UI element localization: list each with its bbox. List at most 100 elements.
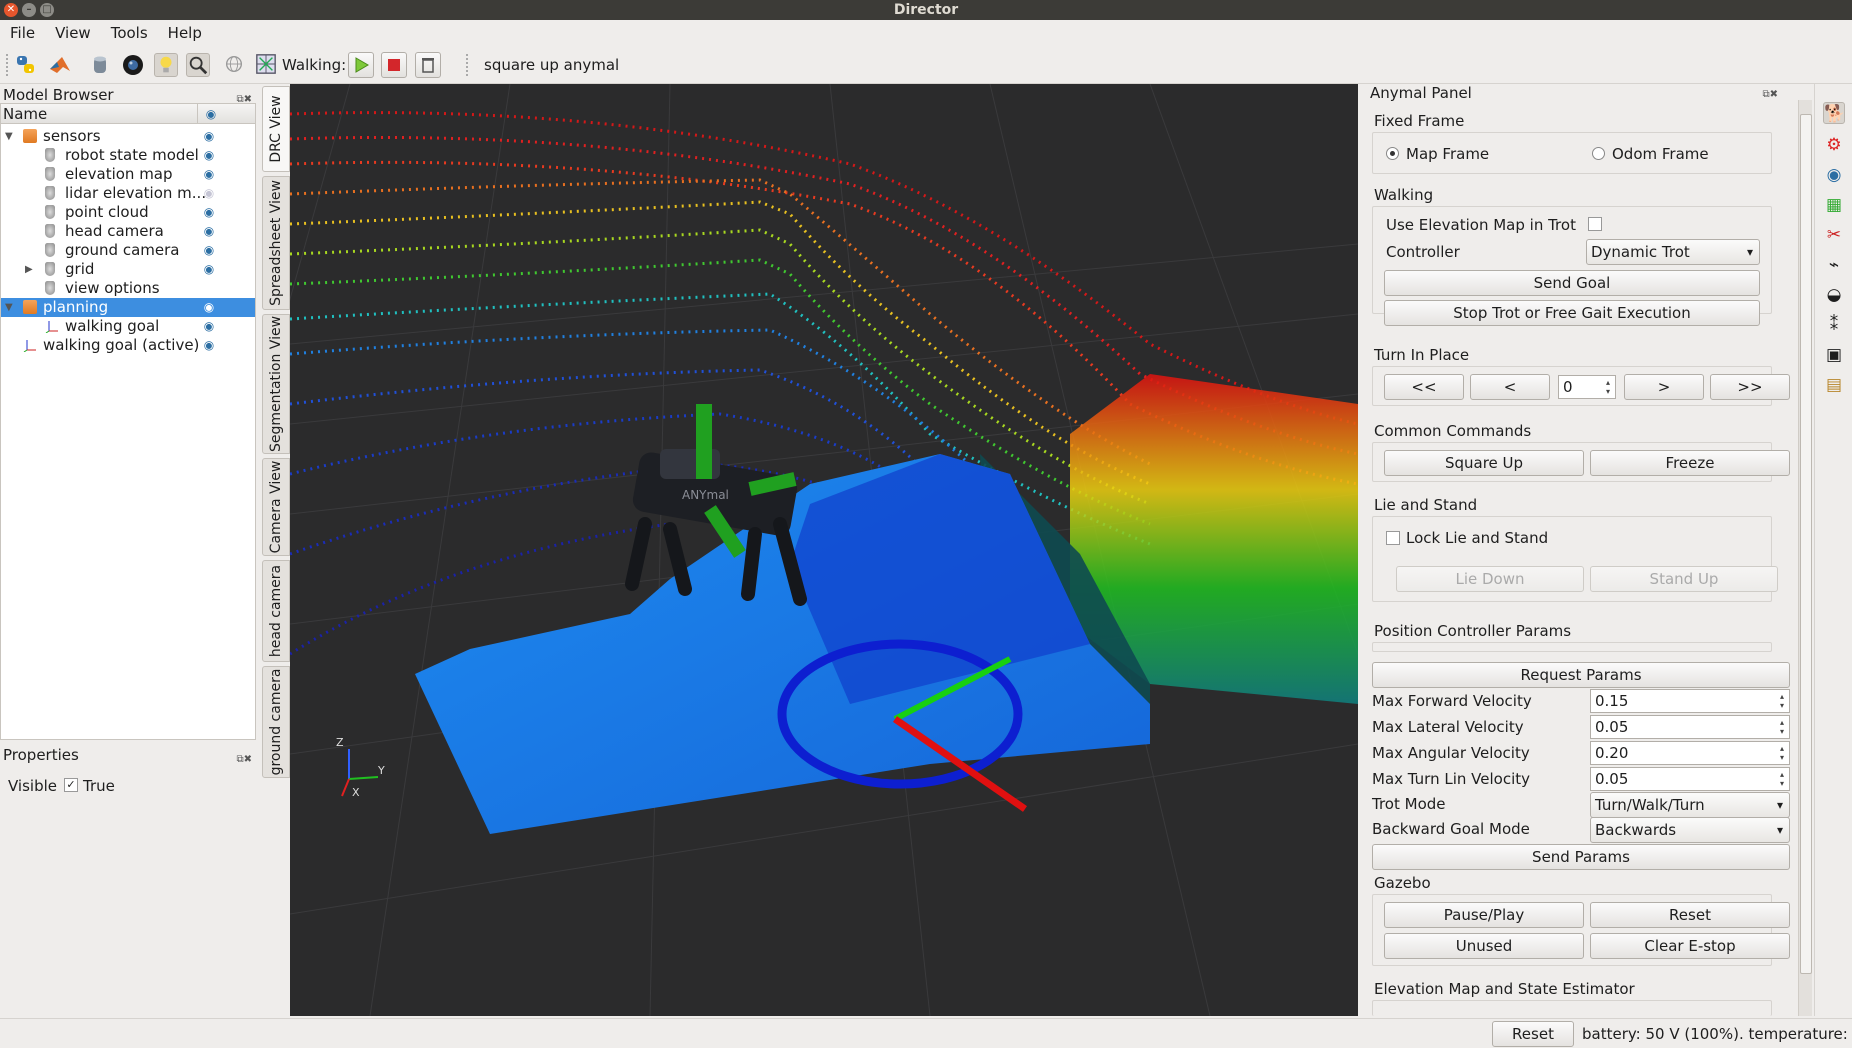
cable-icon[interactable]: ⌁ (1823, 254, 1845, 276)
trot-mode-select[interactable]: Turn/Walk/Turn (1590, 792, 1790, 818)
turn-right-fast-button[interactable]: >> (1710, 374, 1790, 400)
tab-segmentation-view[interactable]: Segmentation View (262, 314, 290, 454)
lock-lie-stand-checkbox[interactable] (1386, 531, 1400, 545)
turn-angle-spinbox[interactable]: 0 (1558, 375, 1616, 399)
map-frame-radio[interactable] (1386, 147, 1399, 160)
expand-arrow-icon[interactable]: ▼ (5, 127, 13, 146)
turn-left-button[interactable]: < (1470, 374, 1550, 400)
drc-3d-viewport[interactable]: ANYmal Z Y X (290, 84, 1358, 1016)
use-elevation-checkbox[interactable] (1588, 217, 1602, 231)
trash-button[interactable] (415, 52, 441, 78)
footsteps-icon[interactable]: ⁑ (1823, 314, 1845, 336)
menu-tools[interactable]: Tools (101, 20, 158, 46)
menu-help[interactable]: Help (158, 20, 212, 46)
tab-camera-view[interactable]: Camera View (262, 458, 290, 556)
stand-up-button[interactable]: Stand Up (1590, 566, 1778, 592)
gamepad-icon[interactable]: ◒ (1823, 284, 1845, 306)
python-icon[interactable] (14, 53, 38, 77)
camera-icon[interactable]: ▣ (1823, 344, 1845, 366)
search-icon[interactable] (186, 53, 210, 77)
expand-arrow-icon[interactable]: ▼ (5, 298, 13, 317)
globe-icon[interactable] (222, 53, 246, 77)
visibility-eye-icon[interactable]: ◉ (202, 205, 216, 219)
tree-row[interactable]: robot state model ◉ (1, 146, 255, 165)
folder-icon (23, 129, 37, 143)
max-forward-velocity-input[interactable]: 0.15 (1590, 689, 1790, 713)
globe-icon[interactable]: ◉ (1823, 164, 1845, 186)
toolbar-grip[interactable] (6, 54, 10, 76)
lie-down-button[interactable]: Lie Down (1396, 566, 1584, 592)
panel-scrollbar[interactable] (1798, 100, 1812, 1016)
tree-row[interactable]: point cloud ◉ (1, 203, 255, 222)
tree-row[interactable]: ground camera ◉ (1, 241, 255, 260)
turn-left-fast-button[interactable]: << (1384, 374, 1464, 400)
minimize-icon[interactable]: – (22, 3, 36, 17)
tree-row[interactable]: view options (1, 279, 255, 298)
tree-row[interactable]: ▼ sensors ◉ (1, 127, 255, 146)
dock-float-close-icon[interactable]: ⧉✖ (1762, 89, 1778, 100)
matlab-icon[interactable] (48, 53, 72, 77)
visibility-eye-icon[interactable]: ◉ (202, 338, 216, 352)
tab-head-camera[interactable]: head camera (262, 560, 290, 662)
menu-file[interactable]: File (0, 20, 45, 46)
tree-row[interactable]: walking goal ◉ (1, 317, 255, 336)
unused-button[interactable]: Unused (1384, 933, 1584, 959)
tools-icon[interactable]: ✂ (1823, 224, 1845, 246)
reset-button[interactable]: Reset (1590, 902, 1790, 928)
property-visible-checkbox[interactable]: ✓ (64, 778, 78, 792)
stop-button[interactable] (381, 52, 407, 78)
play-button[interactable] (348, 52, 374, 78)
controller-select[interactable]: Dynamic Trot (1586, 239, 1760, 265)
tab-ground-camera[interactable]: ground camera (262, 666, 290, 778)
backward-goal-select[interactable]: Backwards (1590, 817, 1790, 843)
tree-row[interactable]: ▶ grid ◉ (1, 260, 255, 279)
visibility-eye-icon[interactable]: ◉ (202, 186, 216, 200)
send-params-button[interactable]: Send Params (1372, 844, 1790, 870)
tree-row[interactable]: walking goal (active) ◉ (1, 336, 255, 355)
visibility-eye-icon[interactable]: ◉ (202, 129, 216, 143)
visibility-eye-icon[interactable]: ◉ (202, 262, 216, 276)
reset-time-button[interactable]: Reset time (1492, 1021, 1574, 1047)
visibility-eye-icon[interactable]: ◉ (202, 167, 216, 181)
collapse-arrow-icon[interactable]: ▶ (25, 260, 33, 279)
lightbulb-icon[interactable] (154, 53, 178, 77)
map-icon[interactable]: ▦ (1823, 194, 1845, 216)
visibility-column-header[interactable]: ◉ (197, 104, 255, 124)
maximize-icon[interactable]: □ (40, 3, 54, 17)
visibility-eye-icon[interactable]: ◉ (202, 243, 216, 257)
camera-icon[interactable] (121, 53, 145, 77)
tree-row[interactable]: elevation map ◉ (1, 165, 255, 184)
pause-play-button[interactable]: Pause/Play (1384, 902, 1584, 928)
grid-icon[interactable] (254, 53, 278, 77)
visibility-eye-icon[interactable]: ◉ (202, 319, 216, 333)
visibility-eye-icon[interactable]: ◉ (202, 300, 216, 314)
tab-drc-view[interactable]: DRC View (262, 86, 290, 172)
close-icon[interactable]: ✕ (4, 3, 18, 17)
tree-row[interactable]: lidar elevation m... ◉ (1, 184, 255, 203)
freeze-button[interactable]: Freeze (1590, 450, 1790, 476)
visibility-eye-icon[interactable]: ◉ (202, 224, 216, 238)
tree-row[interactable]: head camera ◉ (1, 222, 255, 241)
clipboard-icon[interactable]: ▤ (1823, 374, 1845, 396)
request-params-button[interactable]: Request Params (1372, 662, 1790, 688)
max-lateral-velocity-input[interactable]: 0.05 (1590, 715, 1790, 739)
menu-view[interactable]: View (45, 20, 101, 46)
turn-right-button[interactable]: > (1624, 374, 1704, 400)
model-browser-tree[interactable]: Name ◉ ▼ sensors ◉ robot state model ◉ elevat… (0, 103, 256, 740)
odom-frame-radio[interactable] (1592, 147, 1605, 160)
gears-icon[interactable]: ⚙ (1823, 134, 1845, 156)
clear-estop-button[interactable]: Clear E-stop (1590, 933, 1790, 959)
square-up-button[interactable]: Square Up (1384, 450, 1584, 476)
stop-trot-button[interactable]: Stop Trot or Free Gait Execution (1384, 300, 1760, 326)
send-goal-button[interactable]: Send Goal (1384, 270, 1760, 296)
tab-spreadsheet-view[interactable]: Spreadsheet View (262, 176, 290, 310)
robot-icon[interactable]: 🐕 (1823, 102, 1845, 124)
max-angular-velocity-input[interactable]: 0.20 (1590, 741, 1790, 765)
tree-row[interactable]: ▼ planning ◉ (1, 298, 255, 317)
visibility-eye-icon[interactable]: ◉ (202, 148, 216, 162)
database-icon[interactable] (88, 53, 112, 77)
dock-float-close-icon[interactable]: ⧉✖ (236, 749, 252, 771)
name-column-header[interactable]: Name (3, 105, 47, 123)
scrollbar-thumb[interactable] (1800, 114, 1812, 974)
max-turn-lin-velocity-input[interactable]: 0.05 (1590, 767, 1790, 791)
